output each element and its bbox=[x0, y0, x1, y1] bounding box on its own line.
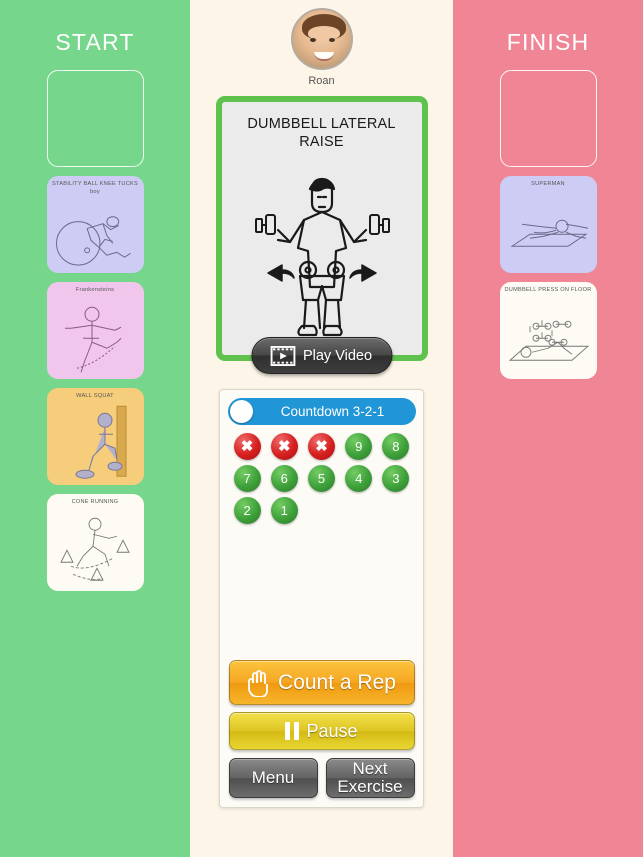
countdown-toggle-label: Countdown 3-2-1 bbox=[280, 404, 385, 419]
countdown-toggle-knob[interactable] bbox=[229, 400, 253, 423]
play-video-label: Play Video bbox=[302, 347, 373, 364]
rep-bead[interactable]: 9 bbox=[345, 433, 373, 460]
start-card-wall-squat[interactable]: WALL SQUAT bbox=[46, 388, 144, 485]
finish-exercise-list: SUPERMAN DUMBBELL PRESS ON FLOOR bbox=[453, 70, 643, 379]
finish-panel: FINISH SUPERMAN DUMBBELL PRESS ON FLOOR bbox=[453, 0, 643, 857]
start-panel-title: START bbox=[55, 29, 135, 55]
finish-card-dumbbell-press-on-floor[interactable]: DUMBBELL PRESS ON FLOOR bbox=[499, 282, 597, 379]
close-icon: ✖ bbox=[315, 438, 328, 455]
rep-bead-used[interactable]: ✖ bbox=[233, 433, 261, 460]
pause-button[interactable]: Pause bbox=[228, 712, 415, 750]
start-card-label: WALL SQUAT bbox=[76, 393, 114, 399]
rep-bead[interactable]: 6 bbox=[270, 465, 298, 492]
nav-button-row: Menu Next Exercise bbox=[228, 758, 415, 798]
current-exercise-card: DUMBBELL LATERAL RAISE Play Video bbox=[215, 96, 428, 374]
app-root: START STABILITY BALL KNEE TUCKS boy Fran… bbox=[0, 0, 643, 857]
next-exercise-button[interactable]: Next Exercise bbox=[325, 758, 415, 798]
countdown-toggle[interactable]: Countdown 3-2-1 bbox=[227, 398, 416, 425]
start-panel: START STABILITY BALL KNEE TUCKS boy Fran… bbox=[0, 0, 190, 857]
finish-card-label: DUMBBELL PRESS ON FLOOR bbox=[504, 287, 592, 293]
pause-icon bbox=[285, 722, 300, 740]
close-icon: ✖ bbox=[240, 438, 254, 455]
start-card-stability-ball-knee-tucks[interactable]: STABILITY BALL KNEE TUCKS boy bbox=[46, 176, 144, 273]
avatar-eye-right bbox=[328, 38, 335, 42]
start-card-cone-running[interactable]: CONE RUNNING bbox=[46, 494, 144, 591]
start-card-frankensteins[interactable]: Frankensteins bbox=[46, 282, 144, 379]
count-a-rep-label: Count a Rep bbox=[278, 670, 396, 694]
rep-bead[interactable]: 2 bbox=[233, 497, 261, 524]
current-exercise-title: DUMBBELL LATERAL RAISE bbox=[247, 116, 396, 150]
profile-block: Roan bbox=[290, 8, 353, 87]
rep-bead[interactable]: 7 bbox=[233, 465, 261, 492]
close-icon: ✖ bbox=[277, 438, 291, 455]
finish-panel-title: FINISH bbox=[506, 29, 590, 55]
stability-ball-knee-tucks-icon bbox=[55, 216, 131, 266]
rep-bead[interactable]: 5 bbox=[307, 465, 335, 492]
finish-card-label: SUPERMAN bbox=[531, 181, 565, 187]
start-card-label: Frankensteins bbox=[75, 287, 115, 293]
dumbbell-press-on-floor-icon bbox=[508, 319, 589, 361]
frankensteins-icon bbox=[64, 306, 121, 372]
rep-bead[interactable]: 8 bbox=[382, 433, 410, 460]
wall-squat-icon bbox=[75, 405, 126, 479]
hand-icon bbox=[248, 669, 268, 697]
avatar-hair bbox=[301, 14, 346, 40]
superman-icon bbox=[509, 219, 588, 247]
dumbbell-lateral-raise-illustration bbox=[254, 177, 390, 337]
pause-label: Pause bbox=[306, 720, 358, 741]
start-card-label: CONE RUNNING bbox=[71, 499, 119, 505]
count-a-rep-button[interactable]: Count a Rep bbox=[228, 660, 415, 705]
rep-bead-grid: ✖ ✖ ✖ 9 8 7 6 5 4 3 2 1 bbox=[229, 433, 415, 660]
rep-counter-panel: Countdown 3-2-1 ✖ ✖ ✖ 9 8 7 6 5 4 3 2 1 bbox=[219, 389, 424, 808]
cone-running-icon bbox=[59, 517, 130, 581]
menu-button[interactable]: Menu bbox=[228, 758, 318, 798]
avatar-mouth bbox=[313, 52, 334, 61]
finish-card-placeholder[interactable] bbox=[499, 70, 597, 167]
profile-name: Roan bbox=[308, 75, 335, 87]
rep-bead-used[interactable]: ✖ bbox=[270, 433, 298, 460]
start-card-placeholder[interactable] bbox=[46, 70, 144, 167]
rep-bead-used[interactable]: ✖ bbox=[307, 433, 335, 460]
finish-card-superman[interactable]: SUPERMAN bbox=[499, 176, 597, 273]
rep-bead[interactable]: 1 bbox=[270, 497, 298, 524]
start-card-label: STABILITY BALL KNEE TUCKS boy bbox=[52, 181, 138, 195]
play-video-icon bbox=[271, 345, 296, 366]
rep-bead[interactable]: 3 bbox=[382, 465, 410, 492]
play-video-button[interactable]: Play Video bbox=[251, 337, 392, 374]
center-column: Roan DUMBBELL LATERAL RAISE Play Video C… bbox=[190, 0, 453, 857]
rep-bead[interactable]: 4 bbox=[345, 465, 373, 492]
avatar[interactable] bbox=[290, 8, 353, 70]
start-exercise-list: STABILITY BALL KNEE TUCKS boy Frankenste… bbox=[0, 70, 190, 591]
avatar-eye-left bbox=[309, 38, 316, 42]
